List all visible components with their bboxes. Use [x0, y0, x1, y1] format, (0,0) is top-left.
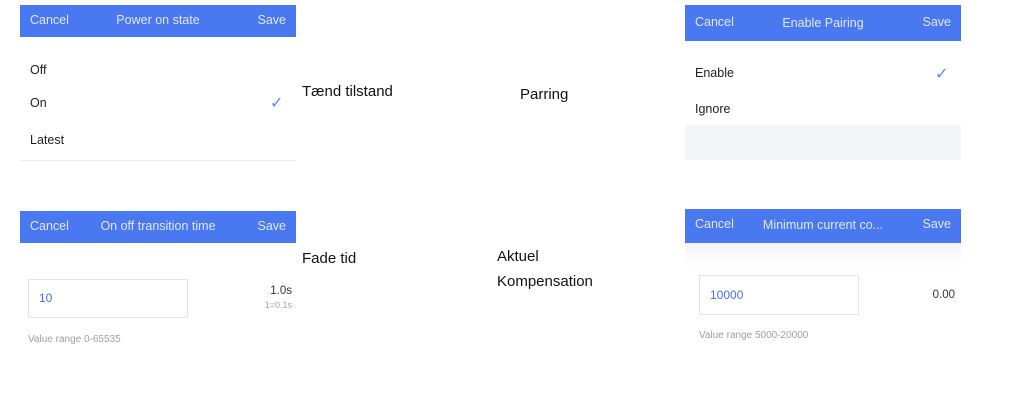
- caption-power-on-state: Tænd tilstand: [302, 83, 393, 100]
- option-ignore[interactable]: Ignore: [695, 102, 730, 116]
- option-on[interactable]: On: [30, 96, 47, 110]
- header-shadow: [685, 243, 961, 267]
- save-button[interactable]: Save: [258, 5, 287, 35]
- compensation-display-value: 0.00: [932, 289, 955, 301]
- caption-current-compensation-line1: Aktuel: [497, 248, 539, 265]
- option-enable[interactable]: Enable: [695, 66, 734, 80]
- value-range-text: Value range 0-65535: [28, 334, 121, 345]
- caption-fade-time: Fade tid: [302, 250, 357, 267]
- power-on-state-panel: Cancel Power on state Save Off On ✓ Late…: [20, 5, 296, 161]
- current-compensation-panel: Cancel Minimum current co... Save 10000 …: [685, 209, 961, 359]
- empty-area: [685, 125, 961, 160]
- header-title: Minimum current co...: [762, 218, 884, 232]
- option-latest[interactable]: Latest: [30, 133, 64, 147]
- enable-pairing-panel: Cancel Enable Pairing Save Enable ✓ Igno…: [685, 5, 961, 160]
- checkmark-icon: ✓: [935, 66, 949, 83]
- header-title: On off transition time: [100, 219, 216, 233]
- transition-time-panel: Cancel On off transition time Save 10 1.…: [20, 211, 296, 351]
- transition-display-value: 1.0s: [270, 285, 292, 297]
- save-button[interactable]: Save: [923, 5, 952, 39]
- transition-unit-hint: 1=0.1s: [264, 300, 292, 310]
- transition-time-input[interactable]: 10: [28, 279, 188, 318]
- current-compensation-header: Cancel Minimum current co... Save: [685, 209, 961, 243]
- save-button[interactable]: Save: [258, 211, 287, 241]
- header-title: Enable Pairing: [782, 16, 864, 30]
- transition-time-header: Cancel On off transition time Save: [20, 211, 296, 243]
- enable-pairing-header: Cancel Enable Pairing Save: [685, 5, 961, 41]
- save-button[interactable]: Save: [923, 209, 952, 239]
- caption-current-compensation-line2: Kompensation: [497, 273, 593, 290]
- caption-pairing: Parring: [520, 86, 569, 103]
- checkmark-icon: ✓: [270, 95, 284, 112]
- header-title: Power on state: [116, 13, 200, 27]
- value-range-text: Value range 5000-20000: [699, 330, 809, 341]
- power-on-state-header: Cancel Power on state Save: [20, 5, 296, 37]
- current-compensation-input[interactable]: 10000: [699, 275, 859, 315]
- option-off[interactable]: Off: [30, 63, 46, 77]
